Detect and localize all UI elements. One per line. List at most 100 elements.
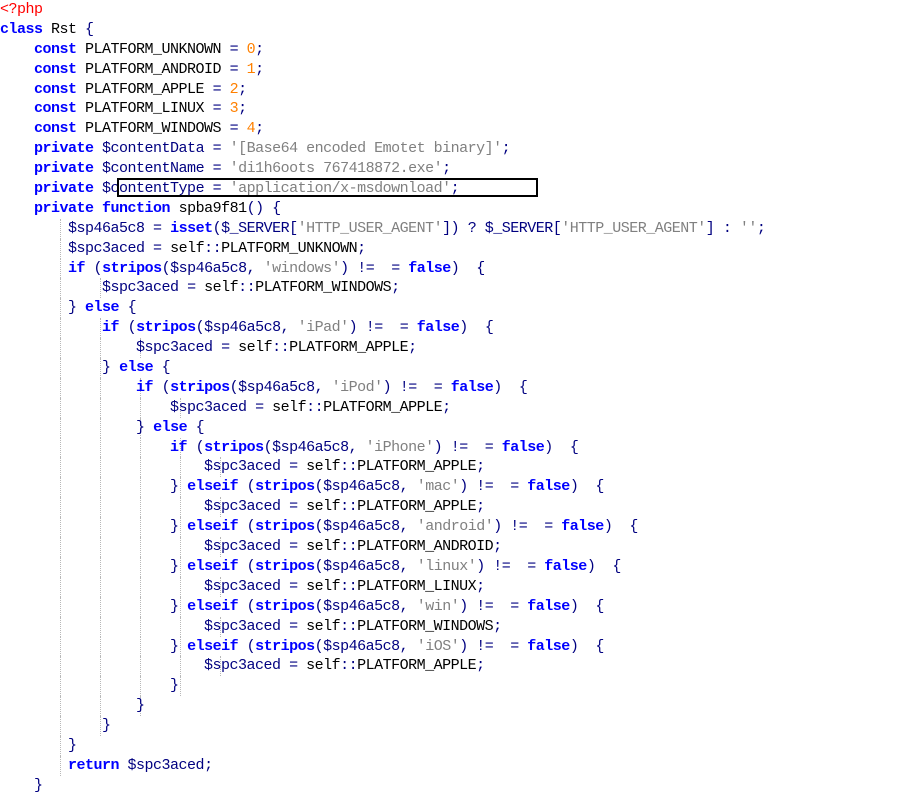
token-op: =	[229, 40, 239, 58]
token-plain: self	[297, 657, 341, 675]
token-kw: const	[34, 80, 77, 98]
token-op: ::	[306, 398, 324, 416]
token-op: ;	[238, 80, 247, 98]
token-op: !=	[476, 478, 494, 496]
code-line: $spc3aced = self::PLATFORM_WINDOWS;	[0, 278, 900, 299]
code-line: class Rst {	[0, 20, 900, 40]
token-kw: const	[34, 60, 77, 78]
token-op: =	[289, 498, 298, 516]
token-op: ;	[255, 40, 264, 58]
token-plain: self	[195, 279, 239, 297]
token-var: $sp46a5c8	[204, 319, 281, 337]
code-text: const PLATFORM_UNKNOWN = 0;	[0, 41, 264, 58]
code-line: <?php	[0, 0, 900, 20]
code-line: $spc3aced = self::PLATFORM_UNKNOWN;	[0, 238, 900, 259]
code-text: $spc3aced = self::PLATFORM_APPLE;	[0, 458, 485, 475]
token-plain: self	[297, 498, 341, 516]
token-op: ,	[399, 478, 409, 496]
token-op: }	[102, 717, 111, 735]
code-editor[interactable]: <?php class Rst { const PLATFORM_UNKNOWN …	[0, 0, 900, 796]
token-kw: false	[544, 557, 587, 575]
token-kw: const	[34, 40, 77, 58]
code-line: const PLATFORM_UNKNOWN = 0;	[0, 40, 900, 60]
code-line: } elseif (stripos($sp46a5c8, 'mac') != =…	[0, 477, 900, 498]
token-kw: elseif	[187, 518, 239, 536]
token-op: )	[340, 259, 349, 277]
token-op: }	[34, 776, 43, 794]
code-line: } elseif (stripos($sp46a5c8, 'android') …	[0, 517, 900, 538]
token-str: 'iPad'	[297, 319, 350, 337]
token-op: (	[195, 438, 205, 456]
token-op: )	[476, 557, 485, 575]
token-kw: false	[450, 378, 494, 396]
token-str: 'android'	[416, 518, 494, 536]
code-line: }	[0, 676, 900, 697]
token-op: ?	[467, 219, 477, 237]
token-op: {	[484, 319, 494, 337]
token-op: }	[102, 359, 111, 377]
token-op: )	[382, 378, 392, 396]
token-op: ;	[255, 60, 264, 78]
token-op: {	[612, 557, 621, 575]
token-op: )	[493, 518, 502, 536]
token-plain: self	[297, 538, 341, 556]
token-op: (	[314, 478, 324, 496]
token-op: =	[289, 657, 298, 675]
code-text: } elseif (stripos($sp46a5c8, 'linux') !=…	[0, 558, 621, 575]
token-var: $spc3aced	[204, 538, 281, 556]
code-text: if (stripos($sp46a5c8, 'iPhone') != = fa…	[0, 438, 579, 456]
token-plain: PLATFORM_WINDOWS	[357, 617, 494, 635]
token-op: ()	[246, 199, 265, 217]
token-kw: false	[527, 478, 570, 496]
token-str: ''	[739, 219, 758, 237]
token-plain: PLATFORM_APPLE	[76, 80, 213, 98]
token-var: $sp46a5c8	[323, 597, 400, 615]
token-op: ,	[280, 319, 290, 337]
token-op: (	[246, 518, 256, 536]
token-plain: self	[297, 617, 341, 635]
token-var: $_SERVER	[484, 219, 554, 237]
token-op: ;	[476, 498, 485, 516]
token-kw: private	[34, 180, 94, 198]
token-plain: self	[297, 458, 341, 476]
token-plain: PLATFORM_ANDROID	[76, 60, 230, 78]
token-op: (	[195, 319, 205, 337]
token-op: =	[153, 219, 162, 237]
token-op: =	[153, 239, 162, 257]
token-op: =	[391, 259, 400, 277]
token-plain: PLATFORM_WINDOWS	[255, 279, 392, 297]
indent-guide	[180, 676, 181, 697]
code-text: return $spc3aced;	[0, 757, 213, 774]
token-op: ::	[204, 239, 222, 257]
token-op: ;	[442, 398, 451, 416]
token-var: $spc3aced	[102, 279, 179, 297]
